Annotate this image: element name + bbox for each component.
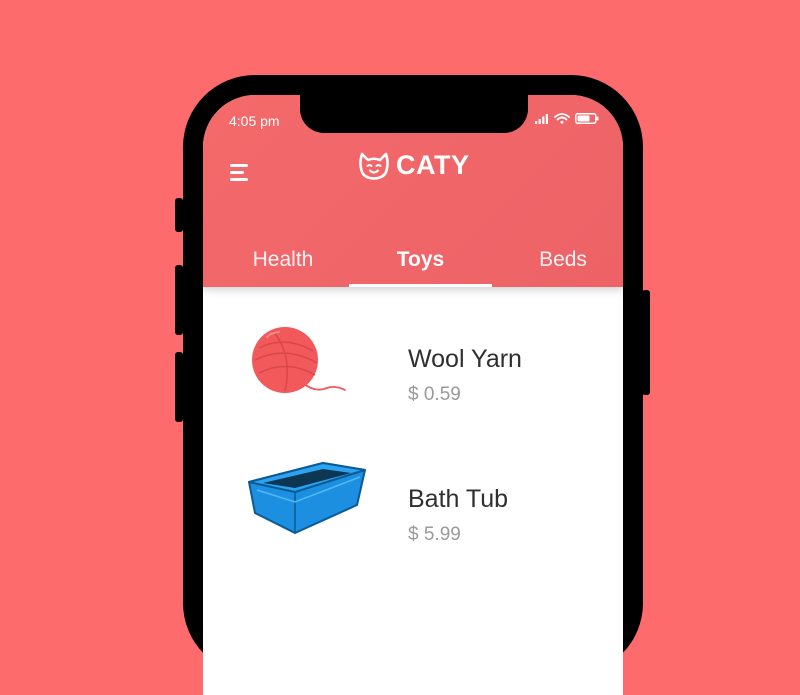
category-tabs: Health Toys Beds bbox=[203, 243, 623, 287]
status-time: 4:05 pm bbox=[229, 113, 280, 129]
hamburger-menu-icon[interactable] bbox=[230, 164, 252, 181]
product-price: $ 5.99 bbox=[408, 524, 461, 545]
app-screen: 4:05 pm CATY Health Toys Beds Wool Yarn … bbox=[203, 95, 623, 695]
product-item-wool-yarn[interactable]: Wool Yarn $ 0.59 bbox=[203, 315, 623, 425]
status-icons bbox=[535, 113, 599, 124]
active-tab-indicator bbox=[349, 284, 492, 287]
brand-name: CATY bbox=[396, 150, 470, 180]
volume-up-button bbox=[175, 265, 183, 335]
signal-icon bbox=[535, 113, 548, 124]
product-image bbox=[245, 455, 370, 550]
volume-down-button bbox=[175, 352, 183, 422]
bath-tub-icon bbox=[248, 462, 366, 534]
cat-face-icon bbox=[359, 152, 389, 180]
product-name: Bath Tub bbox=[408, 485, 509, 513]
product-item-bath-tub[interactable]: Bath Tub $ 5.99 bbox=[203, 455, 623, 565]
silent-switch bbox=[175, 198, 183, 232]
wifi-icon bbox=[554, 113, 570, 124]
brand: CATY bbox=[358, 150, 470, 181]
product-image bbox=[245, 315, 355, 410]
tab-health[interactable]: Health bbox=[223, 243, 343, 287]
phone-frame: 4:05 pm CATY Health Toys Beds Wool Yarn … bbox=[183, 75, 643, 695]
yarn-ball-icon bbox=[252, 327, 346, 393]
product-name: Wool Yarn bbox=[408, 345, 522, 373]
phone-notch bbox=[300, 95, 528, 133]
tab-beds[interactable]: Beds bbox=[503, 243, 623, 287]
tab-toys[interactable]: Toys bbox=[349, 243, 492, 287]
power-button bbox=[642, 290, 650, 395]
product-price: $ 0.59 bbox=[408, 384, 461, 405]
battery-icon bbox=[575, 113, 599, 124]
